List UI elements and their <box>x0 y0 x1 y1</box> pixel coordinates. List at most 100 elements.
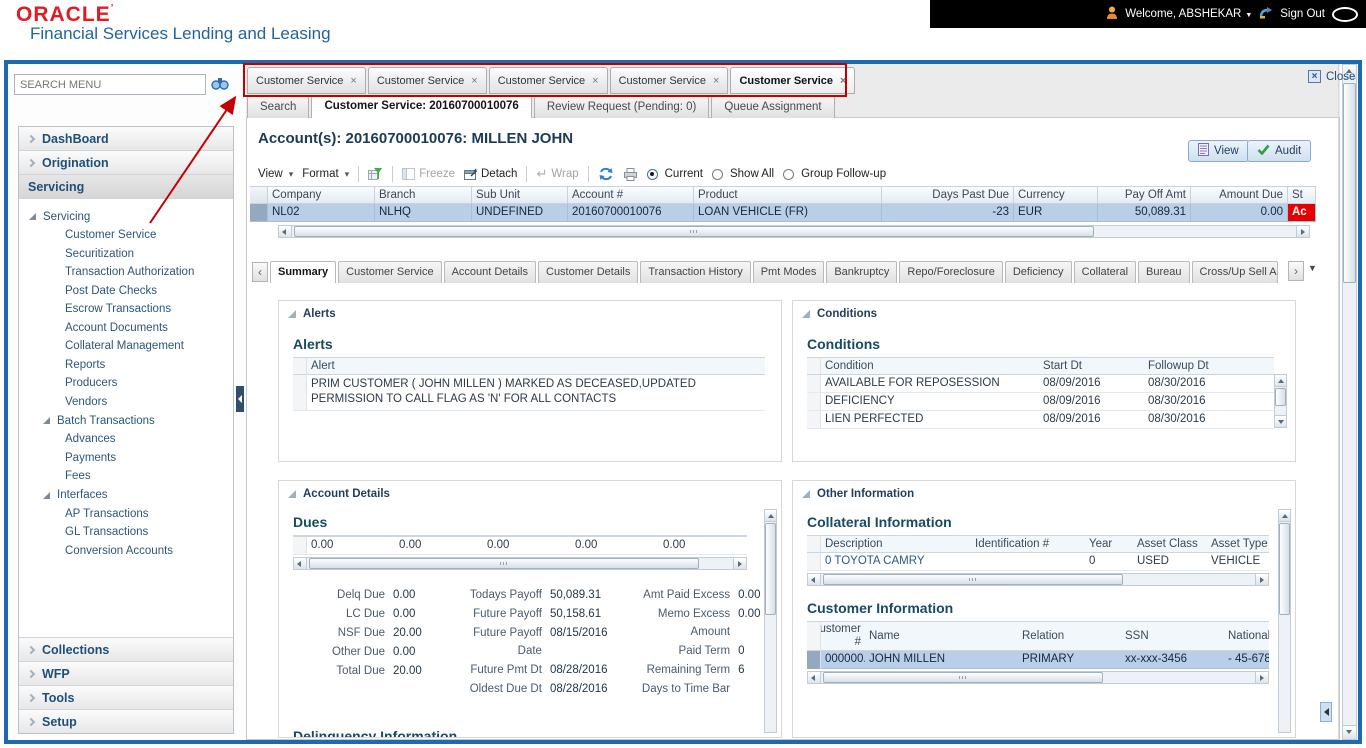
tree-node-servicing[interactable]: Servicing <box>29 207 233 226</box>
tab-bankruptcy[interactable]: Bankruptcy <box>826 261 897 283</box>
window-tab[interactable]: Customer Service <box>368 67 487 94</box>
tab-bureau[interactable]: Bureau <box>1138 261 1189 283</box>
scrollbar-thumb[interactable] <box>1275 388 1286 406</box>
scroll-right-icon[interactable] <box>1255 672 1268 683</box>
radio-show-all[interactable]: Show All <box>712 168 774 180</box>
tree-item-producers[interactable]: Producers <box>29 374 233 393</box>
tab-scroll-left-icon[interactable]: ‹ <box>252 262 268 282</box>
condition-row[interactable]: LIEN PERFECTED 08/09/2016 08/30/2016 <box>807 411 1274 429</box>
view-button[interactable]: View <box>1188 140 1249 162</box>
welcome-menu[interactable]: Welcome, ABSHEKAR <box>1125 8 1252 20</box>
tree-item-customer-service[interactable]: Customer Service <box>29 226 233 245</box>
tab-pmt-modes[interactable]: Pmt Modes <box>753 261 825 283</box>
sidebar-item-origination[interactable]: Origination <box>19 151 233 175</box>
tree-node-batch-transactions[interactable]: Batch Transactions <box>29 411 233 430</box>
column-header[interactable]: Identification # <box>971 535 1085 553</box>
tree-item-collateral-management[interactable]: Collateral Management <box>29 337 233 356</box>
tree-item-fees[interactable]: Fees <box>29 467 233 486</box>
tree-item-transaction-authorization[interactable]: Transaction Authorization <box>29 263 233 282</box>
accounts-grid-hscrollbar[interactable] <box>278 225 1310 238</box>
column-header[interactable]: Condition <box>821 357 1039 375</box>
panel-collapse-handle[interactable] <box>1320 702 1332 722</box>
account-row-selected[interactable]: NL02 NLHQ UNDEFINED 20160700010076 LOAN … <box>250 204 1316 222</box>
scroll-left-icon[interactable] <box>808 672 821 683</box>
column-header[interactable]: Amount Due <box>1191 186 1288 204</box>
close-button[interactable]: Close <box>1308 70 1355 83</box>
scroll-up-icon[interactable] <box>1275 375 1286 387</box>
tab-queue-assignment[interactable]: Queue Assignment <box>711 96 834 118</box>
tab-search[interactable]: Search <box>247 96 309 118</box>
scrollbar-thumb[interactable] <box>823 574 1123 585</box>
scrollbar-thumb[interactable] <box>1343 83 1356 283</box>
column-header[interactable]: Branch <box>375 186 472 204</box>
column-header[interactable]: National <box>1224 621 1269 651</box>
search-menu-input[interactable] <box>14 74 206 95</box>
scroll-down-icon[interactable] <box>1343 725 1356 739</box>
scroll-left-icon[interactable] <box>279 226 292 237</box>
tree-item-gl-transactions[interactable]: GL Transactions <box>29 523 233 542</box>
tree-item-conversion-accounts[interactable]: Conversion Accounts <box>29 542 233 561</box>
tab-close-icon[interactable] <box>350 75 356 87</box>
query-by-example-icon[interactable] <box>368 167 383 181</box>
column-header[interactable]: Description <box>821 535 971 553</box>
window-tab[interactable]: Customer Service <box>610 67 729 94</box>
scroll-up-icon[interactable] <box>1279 510 1290 522</box>
refresh-icon[interactable] <box>598 167 614 181</box>
tab-cross-up-sell[interactable]: Cross/Up Sell Activi <box>1192 261 1278 283</box>
column-header[interactable]: Customer # <box>821 621 865 651</box>
column-header[interactable]: Start Dt <box>1039 357 1144 375</box>
column-header[interactable]: SSN <box>1121 621 1224 651</box>
tree-item-payments[interactable]: Payments <box>29 449 233 468</box>
sign-out-link[interactable]: Sign Out <box>1280 8 1325 20</box>
radio-group-followup[interactable]: Group Follow-up <box>783 168 886 180</box>
scroll-left-icon[interactable] <box>294 558 307 569</box>
scroll-right-icon[interactable] <box>1296 226 1309 237</box>
scroll-right-icon[interactable] <box>1255 574 1268 585</box>
tree-node-interfaces[interactable]: Interfaces <box>29 486 233 505</box>
tab-deficiency[interactable]: Deficiency <box>1005 261 1072 283</box>
panel-vscrollbar[interactable] <box>764 509 777 733</box>
tab-close-icon[interactable] <box>592 75 598 87</box>
dues-hscrollbar[interactable] <box>293 557 747 570</box>
scrollbar-thumb[interactable] <box>294 226 1094 237</box>
radio-current[interactable]: Current <box>647 168 703 180</box>
sidebar-item-tools[interactable]: Tools <box>19 685 233 709</box>
format-menu[interactable]: Format <box>302 168 349 180</box>
dues-row[interactable]: 0.00 0.00 0.00 0.00 0.00 <box>293 537 747 555</box>
window-tab[interactable]: Customer Service <box>247 67 366 94</box>
column-header[interactable]: Asset Type <box>1207 535 1269 553</box>
scroll-left-icon[interactable] <box>808 574 821 585</box>
alert-row[interactable]: PRIM CUSTOMER ( JOHN MILLEN ) MARKED AS … <box>293 375 765 411</box>
tab-customer-service[interactable]: Customer Service <box>338 261 441 283</box>
wrap-button[interactable]: ↵Wrap <box>536 166 578 182</box>
sidebar-item-wfp[interactable]: WFP <box>19 661 233 685</box>
sidebar-item-setup[interactable]: Setup <box>19 709 233 733</box>
scrollbar-thumb[interactable] <box>823 672 1103 683</box>
print-icon[interactable] <box>623 168 638 181</box>
scroll-up-icon[interactable] <box>765 510 776 522</box>
column-header[interactable]: Relation <box>1018 621 1121 651</box>
tab-scroll-right-icon[interactable]: › <box>1288 261 1304 281</box>
scrollbar-thumb[interactable] <box>309 558 699 569</box>
column-header[interactable]: Asset Class <box>1133 535 1207 553</box>
tab-collateral[interactable]: Collateral <box>1074 261 1136 283</box>
freeze-button[interactable]: Freeze <box>402 168 455 180</box>
column-header[interactable]: Sub Unit <box>472 186 568 204</box>
tab-repo-foreclosure[interactable]: Repo/Foreclosure <box>899 261 1002 283</box>
tree-item-account-documents[interactable]: Account Documents <box>29 319 233 338</box>
tab-account-details[interactable]: Account Details <box>444 261 536 283</box>
column-header[interactable]: Days Past Due <box>882 186 1014 204</box>
column-header[interactable]: Currency <box>1014 186 1098 204</box>
column-header[interactable]: St <box>1288 186 1316 204</box>
sidebar-collapse-handle[interactable] <box>236 386 244 412</box>
scrollbar-thumb[interactable] <box>1279 523 1290 615</box>
detach-button[interactable]: Detach <box>464 168 517 180</box>
column-header[interactable]: Account # <box>568 186 694 204</box>
scroll-right-icon[interactable] <box>733 558 746 569</box>
tab-close-icon[interactable] <box>840 75 846 87</box>
sidebar-item-servicing[interactable]: Servicing <box>19 175 233 199</box>
panel-vscrollbar[interactable] <box>1278 509 1291 733</box>
disclosure-triangle-icon[interactable] <box>288 490 296 498</box>
tab-review-request[interactable]: Review Request (Pending: 0) <box>534 96 710 118</box>
disclosure-triangle-icon[interactable] <box>802 310 810 318</box>
